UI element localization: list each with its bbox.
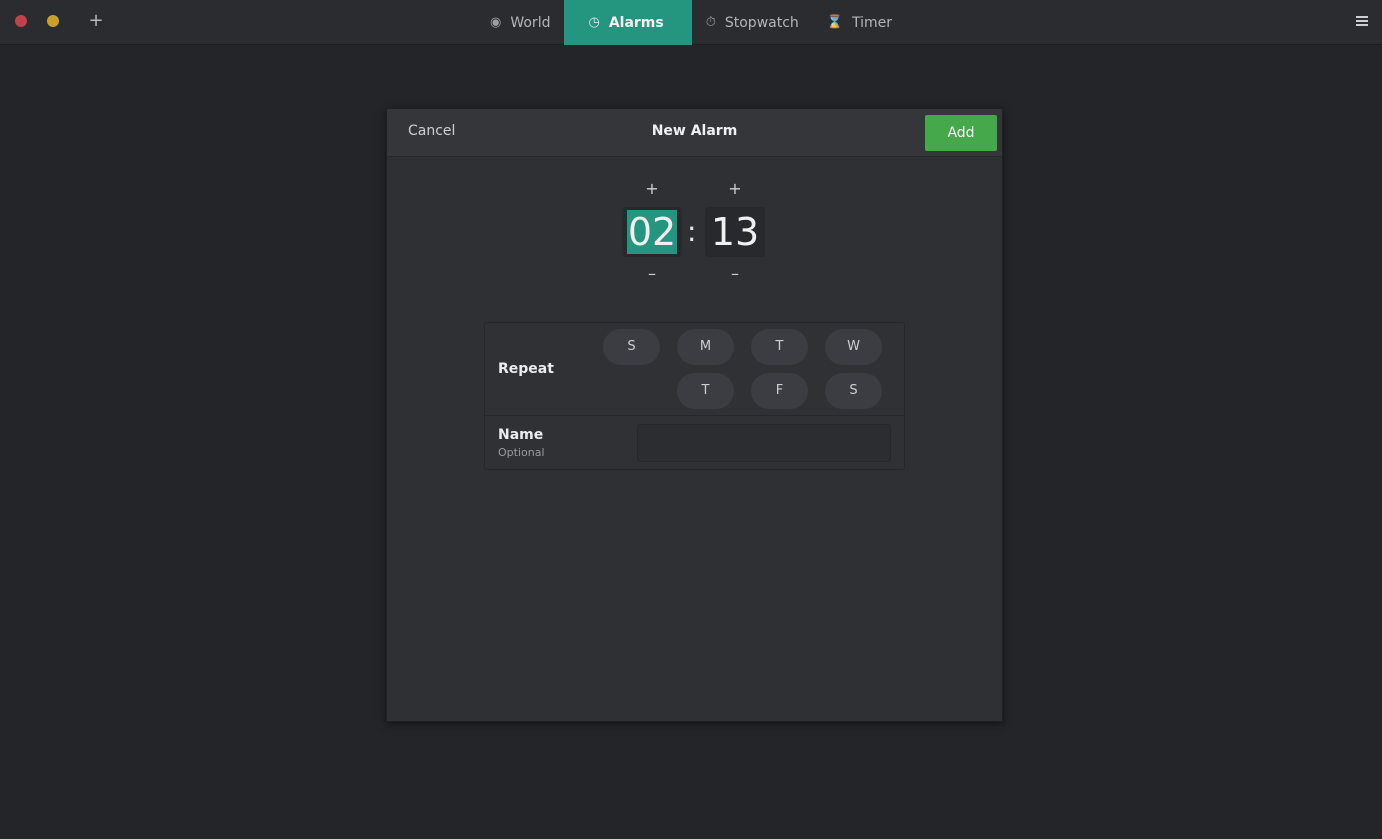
close-window-button[interactable]: [15, 15, 27, 27]
panel-divider: [485, 415, 904, 416]
day-toggle-sunday[interactable]: S: [603, 329, 660, 365]
tab-world-label: World: [510, 14, 551, 31]
hour-field[interactable]: 02: [622, 207, 682, 257]
tab-timer-label: Timer: [851, 14, 892, 31]
title-bar: + ◉ World ◷ Alarms ⏱ Stopwatch ⌛ Timer: [0, 0, 1382, 45]
add-button[interactable]: Add: [925, 115, 997, 151]
menu-icon[interactable]: [1356, 15, 1368, 27]
name-optional-hint: Optional: [498, 446, 545, 459]
dialog-header: Cancel New Alarm Add: [387, 109, 1002, 157]
new-alarm-plus-icon[interactable]: +: [88, 12, 104, 30]
tab-alarms-label: Alarms: [608, 14, 664, 31]
minimize-window-button[interactable]: [47, 15, 59, 27]
tab-world[interactable]: ◉ World: [476, 0, 564, 45]
minute-increment-button[interactable]: +: [725, 181, 745, 197]
alarm-options-panel: Repeat S M T W T F S Name Optional: [484, 322, 905, 470]
repeat-label: Repeat: [498, 361, 554, 377]
hour-value: 02: [626, 210, 678, 254]
tab-alarms[interactable]: ◷ Alarms: [564, 0, 692, 45]
name-label: Name: [498, 427, 544, 443]
day-toggle-saturday[interactable]: S: [825, 373, 882, 409]
tab-timer[interactable]: ⌛ Timer: [813, 0, 906, 45]
time-separator: :: [687, 215, 697, 248]
day-toggle-monday[interactable]: M: [677, 329, 734, 365]
day-toggle-tuesday[interactable]: T: [751, 329, 808, 365]
minute-field[interactable]: 13: [705, 207, 765, 257]
minute-decrement-button[interactable]: –: [725, 266, 745, 282]
view-tabs: ◉ World ◷ Alarms ⏱ Stopwatch ⌛ Timer: [476, 0, 906, 45]
tab-stopwatch-label: Stopwatch: [724, 14, 799, 31]
stopwatch-icon: ⏱: [705, 15, 716, 30]
hourglass-icon: ⌛: [826, 15, 843, 30]
new-alarm-dialog: Cancel New Alarm Add + 02 – : + 13 – Rep…: [386, 108, 1003, 722]
day-toggle-friday[interactable]: F: [751, 373, 808, 409]
dialog-title: New Alarm: [651, 123, 738, 139]
day-toggle-wednesday[interactable]: W: [825, 329, 882, 365]
clock-icon: ◷: [588, 15, 600, 30]
hour-increment-button[interactable]: +: [642, 181, 662, 197]
globe-icon: ◉: [490, 15, 502, 30]
day-toggle-thursday[interactable]: T: [677, 373, 734, 409]
alarm-name-input[interactable]: [637, 424, 891, 462]
hour-decrement-button[interactable]: –: [642, 266, 662, 282]
minute-value: 13: [710, 210, 760, 254]
tab-stopwatch[interactable]: ⏱ Stopwatch: [692, 0, 813, 45]
